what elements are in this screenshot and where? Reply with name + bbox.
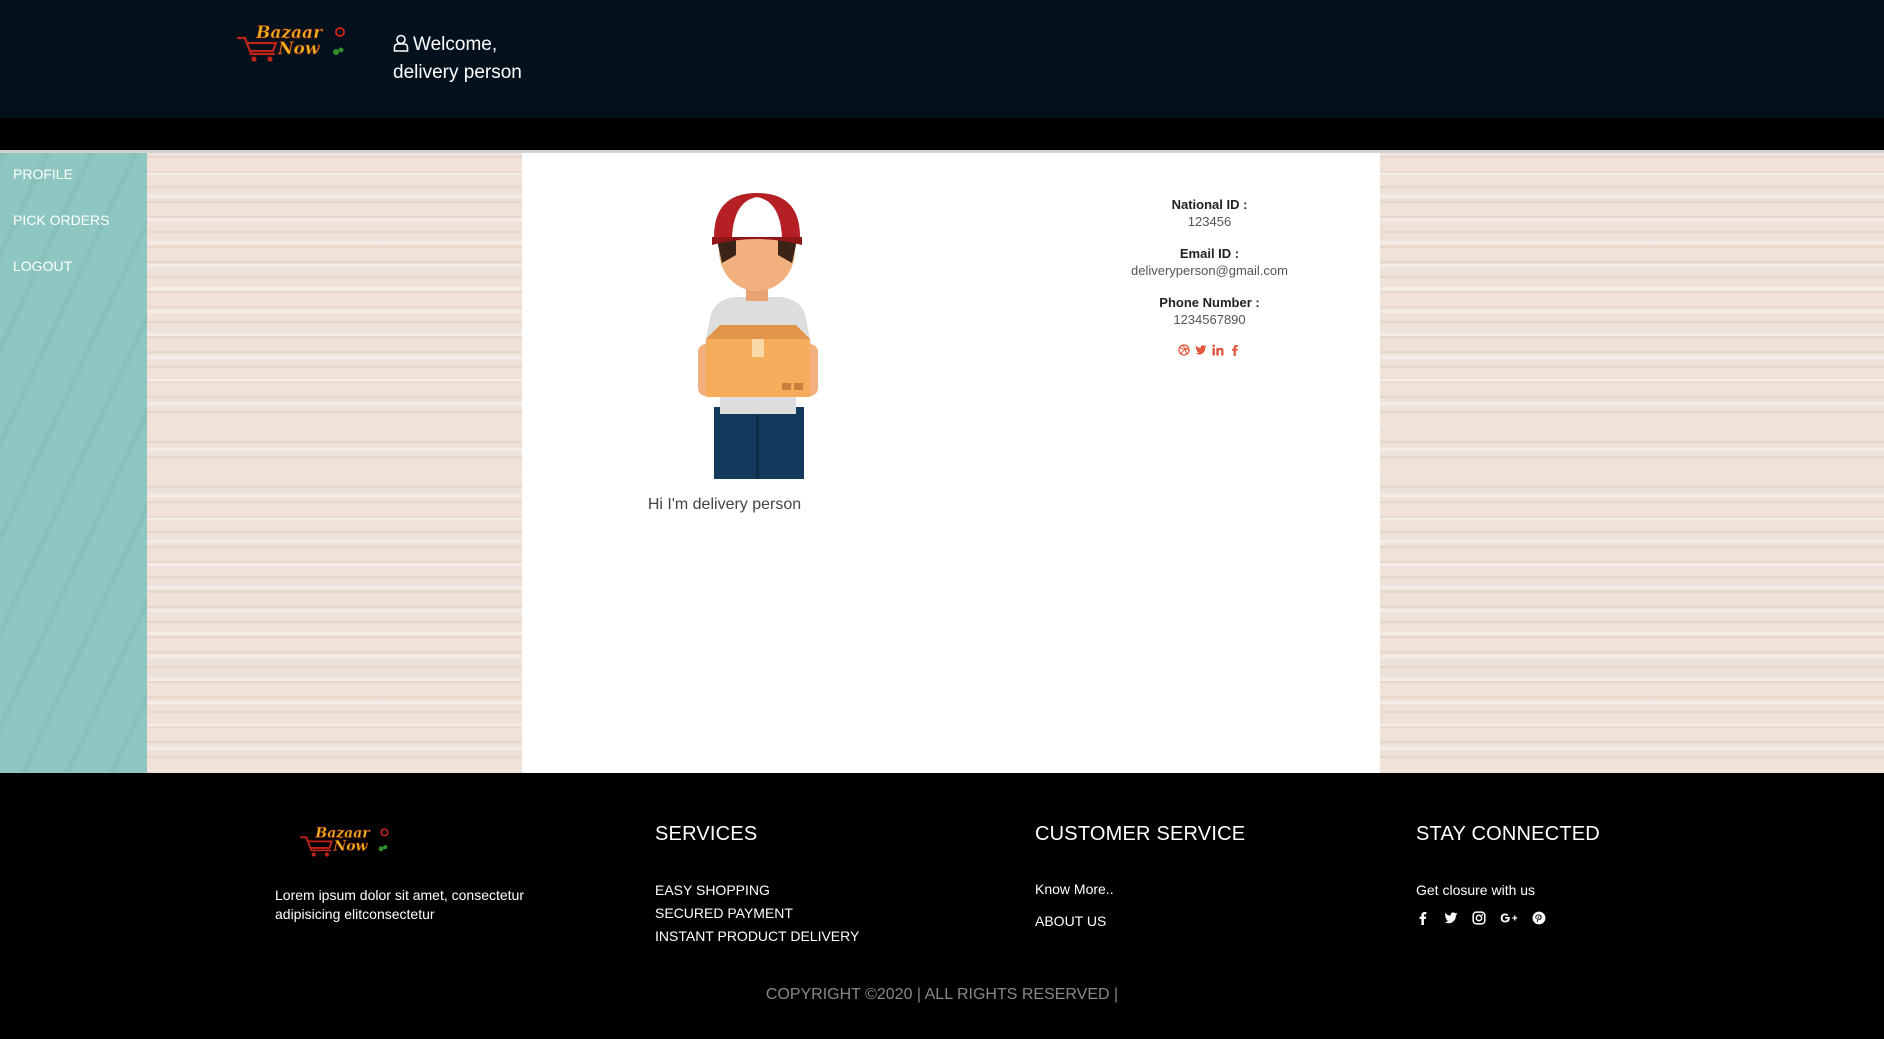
facebook-icon[interactable] bbox=[1229, 344, 1241, 356]
detail-value: 123456 bbox=[1187, 214, 1232, 229]
sidebar-item-pick-orders[interactable]: PICK ORDERS bbox=[0, 212, 109, 228]
svg-text:Now: Now bbox=[277, 39, 321, 59]
detail-national-id: National ID : 123456 bbox=[1122, 197, 1297, 230]
footer-link-know-more[interactable]: Know More.. bbox=[1035, 881, 1245, 897]
footer-bazaar-now-logo[interactable]: Bazaar Now bbox=[299, 825, 391, 861]
footer-link-secured-payment[interactable]: SECURED PAYMENT bbox=[655, 905, 859, 921]
footer-stay-connected-title: STAY CONNECTED bbox=[1416, 823, 1600, 845]
detail-value: 1234567890 bbox=[1173, 312, 1246, 327]
footer-link-about-us[interactable]: ABOUT US bbox=[1035, 913, 1245, 929]
footer-stay-connected-column: STAY CONNECTED Get closure with us bbox=[1416, 823, 1600, 925]
detail-label: Phone Number : bbox=[1159, 295, 1260, 310]
footer-services-column: SERVICES EASY SHOPPING SECURED PAYMENT I… bbox=[655, 823, 859, 951]
footer-services-title: SERVICES bbox=[655, 823, 758, 845]
detail-label: National ID : bbox=[1171, 197, 1248, 212]
detail-value: deliveryperson@gmail.com bbox=[1131, 263, 1288, 278]
footer-link-instant-delivery[interactable]: INSTANT PRODUCT DELIVERY bbox=[655, 928, 859, 944]
site-footer: Bazaar Now Lorem ipsum dolor sit amet, c… bbox=[0, 773, 1884, 1039]
footer-customer-service-column: CUSTOMER SERVICE Know More.. ABOUT US bbox=[1035, 823, 1245, 945]
footer-social-links bbox=[1416, 911, 1600, 925]
bazaar-now-logo[interactable]: Bazaar Now bbox=[236, 24, 348, 66]
footer-customer-service-title: CUSTOMER SERVICE bbox=[1035, 823, 1246, 845]
site-header: Bazaar Now Welcome, delivery person bbox=[0, 0, 1884, 118]
main-content: PROFILE PICK ORDERS LOGOUT Hi I'm delive… bbox=[0, 153, 1884, 773]
copyright-text: COPYRIGHT ©2020 | ALL RIGHTS RESERVED | bbox=[765, 986, 1119, 1003]
delivery-person-avatar bbox=[698, 193, 818, 479]
footer-connect-text: Get closure with us bbox=[1416, 882, 1536, 898]
dribbble-icon[interactable] bbox=[1178, 344, 1190, 356]
google-plus-icon[interactable] bbox=[1500, 911, 1518, 925]
welcome-line-2: delivery person bbox=[393, 62, 522, 83]
pinterest-icon[interactable] bbox=[1532, 911, 1546, 925]
profile-greeting: Hi I'm delivery person bbox=[647, 496, 802, 513]
sidebar: PROFILE PICK ORDERS LOGOUT bbox=[0, 153, 147, 773]
footer-description: Lorem ipsum dolor sit amet, consectetur … bbox=[275, 887, 524, 922]
detail-phone: Phone Number : 1234567890 bbox=[1122, 295, 1297, 328]
detail-label: Email ID : bbox=[1179, 246, 1240, 261]
profile-card: Hi I'm delivery person National ID : 123… bbox=[522, 153, 1380, 773]
user-icon bbox=[393, 34, 409, 60]
detail-email: Email ID : deliveryperson@gmail.com bbox=[1122, 246, 1297, 279]
header-strip bbox=[0, 118, 1884, 153]
footer-link-easy-shopping[interactable]: EASY SHOPPING bbox=[655, 882, 859, 898]
welcome-line-1: Welcome, bbox=[413, 34, 498, 55]
linkedin-icon[interactable] bbox=[1212, 344, 1224, 356]
profile-details: National ID : 123456 Email ID : delivery… bbox=[1122, 197, 1297, 356]
instagram-icon[interactable] bbox=[1472, 911, 1486, 925]
sidebar-item-logout[interactable]: LOGOUT bbox=[0, 258, 72, 274]
sidebar-item-profile[interactable]: PROFILE bbox=[0, 166, 73, 182]
facebook-icon[interactable] bbox=[1416, 911, 1430, 925]
profile-social-links bbox=[1122, 344, 1297, 356]
twitter-icon[interactable] bbox=[1444, 911, 1458, 925]
svg-text:Now: Now bbox=[333, 838, 369, 854]
welcome-message: Welcome, delivery person bbox=[393, 32, 522, 86]
twitter-icon[interactable] bbox=[1195, 344, 1207, 356]
